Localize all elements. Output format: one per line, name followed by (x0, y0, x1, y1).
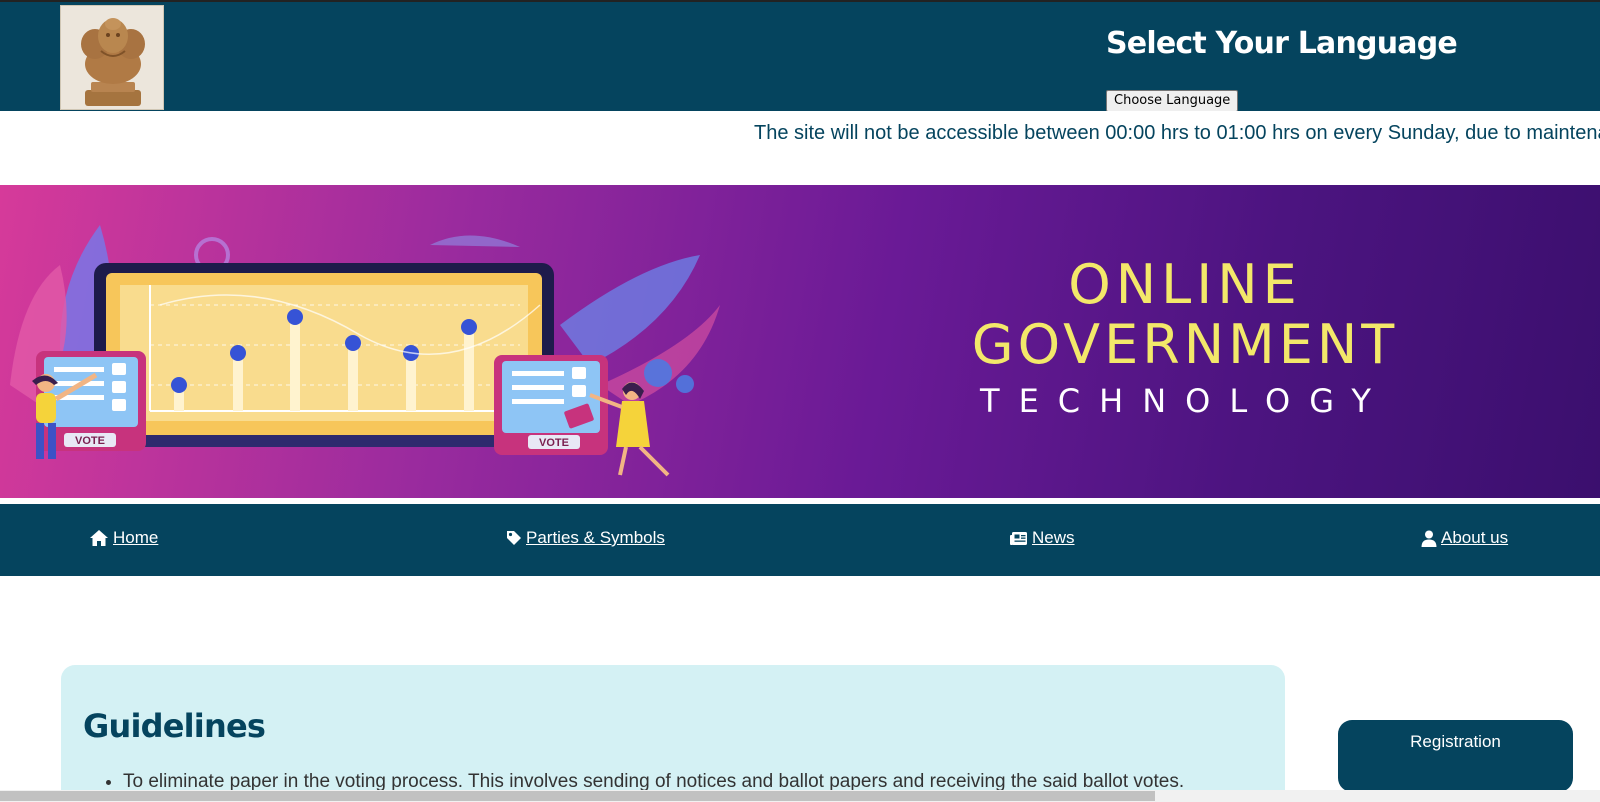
registration-button[interactable]: Registration (1338, 720, 1573, 792)
vote-label-right: VOTE (539, 437, 569, 449)
main-navigation: Home Parties & Symbols News About us (0, 504, 1600, 576)
horizontal-scrollbar-thumb[interactable] (0, 791, 1155, 801)
newspaper-icon (1010, 531, 1027, 545)
banner-line-government: GOVERNMENT (971, 313, 1399, 376)
maintenance-notice-bar: The site will not be accessible between … (0, 111, 1600, 185)
banner-line-technology: TECHNOLOGY (980, 382, 1390, 420)
vote-label-left: VOTE (75, 435, 105, 447)
select-language-heading: Select Your Language (1106, 26, 1458, 61)
nav-about-us-link[interactable]: About us (1421, 528, 1508, 548)
guidelines-heading: Guidelines (83, 707, 266, 745)
home-icon (90, 530, 108, 546)
nav-about-us-label: About us (1441, 528, 1509, 547)
horizontal-scrollbar[interactable] (0, 790, 1600, 802)
maintenance-notice-text: The site will not be accessible between … (754, 122, 1600, 144)
nav-news-label: News (1032, 528, 1075, 547)
nav-home-link[interactable]: Home (89, 528, 158, 548)
national-emblem-icon (60, 5, 164, 110)
choose-language-button[interactable]: Choose Language (1106, 90, 1239, 112)
hero-banner: VOTE VOTE ONLINE GOVERNMENT TECHNOLOGY (0, 185, 1600, 498)
voting-illustration: VOTE VOTE (10, 225, 720, 477)
tag-icon (507, 531, 521, 545)
banner-title: ONLINE GOVERNMENT TECHNOLOGY (850, 255, 1520, 425)
nav-parties-symbols-label: Parties & Symbols (526, 528, 665, 547)
user-icon (1421, 530, 1437, 547)
banner-line-online: ONLINE (1068, 253, 1302, 316)
nav-parties-symbols-link[interactable]: Parties & Symbols (506, 528, 665, 548)
nav-home-label: Home (113, 528, 159, 547)
guidelines-card: Guidelines To eliminate paper in the vot… (61, 665, 1285, 802)
nav-news-link[interactable]: News (1010, 528, 1075, 548)
top-header: Select Your Language Choose Language (0, 0, 1600, 112)
